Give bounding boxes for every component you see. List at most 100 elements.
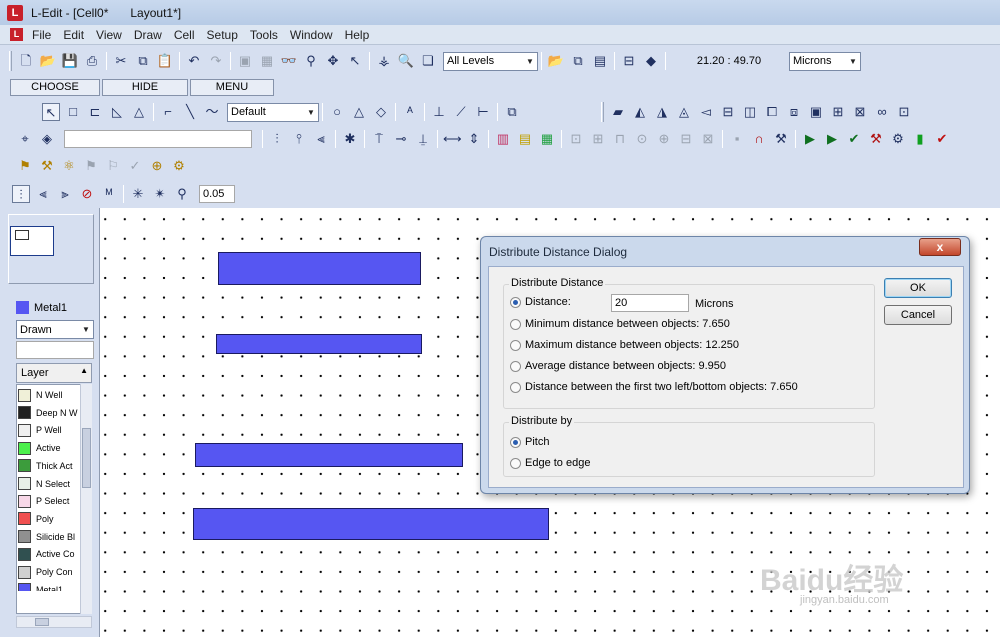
copy-icon[interactable]: ⧉ [134, 52, 152, 70]
box-tool-icon[interactable]: □ [64, 103, 82, 121]
levels-select[interactable]: All Levels ▼ [443, 51, 538, 71]
ruler-45-icon[interactable]: ⟋ [452, 103, 470, 121]
align-right-icon[interactable]: ◫ [741, 103, 759, 121]
menu-file[interactable]: File [32, 28, 51, 42]
ungroup-icon[interactable]: ⧈ [785, 103, 803, 121]
torus-tool-icon[interactable]: ◇ [372, 103, 390, 121]
drc-tool-icon[interactable]: ⚒ [867, 130, 885, 148]
undo-icon[interactable]: ↶ [185, 52, 203, 70]
extract-icon[interactable]: ▶ [823, 130, 841, 148]
toolbar-grip[interactable] [9, 51, 12, 71]
wrench-icon[interactable]: ⚒ [772, 130, 790, 148]
circle-tool-icon[interactable]: ○ [328, 103, 346, 121]
cell-edit-icon[interactable]: ⊕ [148, 157, 166, 175]
units-select[interactable]: Microns ▼ [789, 51, 861, 71]
layer-item[interactable]: Active Co [18, 546, 75, 562]
command-input[interactable] [64, 130, 252, 148]
layer-item[interactable]: N Well [18, 387, 62, 403]
lvs-icon[interactable]: ▮ [911, 130, 929, 148]
snap-value-input[interactable]: 0.05 [199, 185, 235, 203]
magnifier-icon[interactable]: 🔍 [397, 52, 415, 70]
drc-check-icon[interactable]: ✔ [845, 130, 863, 148]
cell-pop-icon[interactable]: ✓ [126, 157, 144, 175]
bus-icon[interactable]: ⍊ [414, 130, 432, 148]
tab-menu[interactable]: MENU [190, 78, 274, 96]
fill-icon[interactable]: ▤ [516, 130, 534, 148]
open-cell-icon[interactable]: 📂 [547, 52, 565, 70]
orthogonal-polygon-icon[interactable]: ⊏ [86, 103, 104, 121]
paste-icon[interactable]: 📋 [156, 52, 174, 70]
snap-three-icon[interactable]: ⫸ [56, 185, 74, 203]
dimension-h-icon[interactable]: ⟷ [443, 130, 462, 148]
polygon-icon[interactable]: △ [130, 103, 148, 121]
scrollbar-thumb[interactable] [82, 428, 91, 488]
zoom-fit-icon[interactable]: ▦ [258, 52, 276, 70]
layer-item[interactable]: Active [18, 440, 61, 456]
network-icon[interactable]: ⊟ [620, 52, 638, 70]
hscrollbar-thumb[interactable] [35, 618, 49, 626]
toolbar-grip[interactable] [601, 102, 604, 122]
drc-settings-icon[interactable]: ⚙ [889, 130, 907, 148]
distance-input[interactable]: 20 [611, 294, 689, 312]
move-snap-icon[interactable]: ⚲ [173, 185, 191, 203]
pin-icon[interactable]: ⍑ [370, 130, 388, 148]
pie-tool-icon[interactable]: △ [350, 103, 368, 121]
snap-one-icon[interactable]: ⫶ [12, 185, 30, 203]
nibble-icon[interactable]: ∞ [873, 103, 891, 121]
ok-button[interactable]: OK [884, 278, 952, 298]
radio-first-two[interactable]: Distance between the first two left/bott… [510, 381, 798, 393]
snap-vertex-icon[interactable]: ⊕ [655, 130, 673, 148]
copy-cell-icon[interactable]: ⧉ [569, 52, 587, 70]
menu-cell[interactable]: Cell [174, 28, 195, 42]
pan-icon[interactable]: ✥ [324, 52, 342, 70]
layer-item[interactable]: Thick Act [18, 458, 73, 474]
menu-tools[interactable]: Tools [250, 28, 278, 42]
view-mode-select[interactable]: Drawn ▼ [16, 320, 94, 339]
slice-icon[interactable]: ⊞ [829, 103, 847, 121]
layer-item[interactable]: Poly Con [18, 564, 73, 580]
layer-item[interactable]: Poly [18, 511, 54, 527]
layer-list-hscrollbar[interactable] [16, 616, 92, 628]
magnet-icon[interactable]: ∩ [750, 130, 768, 148]
snap-grid-icon[interactable]: ⊡ [567, 130, 585, 148]
palette-icon[interactable]: ▦ [538, 130, 556, 148]
menu-setup[interactable]: Setup [207, 28, 238, 42]
new-file-icon[interactable]: 🗋 [17, 52, 35, 70]
flip-vertical-icon[interactable]: ◬ [675, 103, 693, 121]
instance-icon[interactable]: ⧉ [503, 103, 521, 121]
radio-maximum[interactable]: Maximum distance between objects: 12.250 [510, 339, 739, 351]
radio-indicator[interactable] [510, 381, 521, 393]
crosshair-icon[interactable]: ⌖ [16, 130, 34, 148]
cell-flatten-icon[interactable]: ⚑ [82, 157, 100, 175]
layer-item[interactable]: N Select [18, 476, 70, 492]
snap-center-icon[interactable]: ⊙ [633, 130, 651, 148]
select-tool-icon[interactable]: ↖ [346, 52, 364, 70]
chevron-down-icon[interactable]: ▼ [523, 53, 537, 70]
gear-icon[interactable]: ✱ [341, 130, 359, 148]
wire-icon[interactable]: 〜 [203, 103, 221, 121]
cell-generate-icon[interactable]: ⚙ [170, 157, 188, 175]
chevron-down-icon[interactable]: ▼ [846, 53, 860, 70]
menu-edit[interactable]: Edit [63, 28, 84, 42]
radio-edge-to-edge[interactable]: Edge to edge [510, 457, 590, 469]
wire-style-select[interactable]: Default ▼ [227, 102, 319, 122]
zoom-box-icon[interactable]: ▣ [236, 52, 254, 70]
menu-view[interactable]: View [96, 28, 122, 42]
binoculars-icon[interactable]: 👓 [280, 52, 298, 70]
radio-minimum[interactable]: Minimum distance between objects: 7.650 [510, 318, 730, 330]
save-icon[interactable]: 💾 [61, 52, 79, 70]
snap-edge-icon[interactable]: ⊓ [611, 130, 629, 148]
lvs-check-icon[interactable]: ✔ [933, 130, 951, 148]
radio-distance[interactable]: Distance: [510, 296, 571, 308]
no-snap-icon[interactable]: ⊘ [78, 185, 96, 203]
layer-filter-input[interactable] [16, 341, 94, 359]
tab-hide[interactable]: HIDE [102, 78, 188, 96]
connect-icon[interactable]: ⊸ [392, 130, 410, 148]
radio-pitch[interactable]: Pitch [510, 436, 549, 448]
metal-rect-3[interactable] [195, 443, 463, 467]
radio-indicator[interactable] [510, 318, 521, 330]
open-folder-icon[interactable]: 📂 [39, 52, 57, 70]
layer-item[interactable]: P Well [18, 422, 62, 438]
cell-info-icon[interactable]: ▤ [591, 52, 609, 70]
tab-choose[interactable]: CHOOSE [10, 78, 100, 96]
